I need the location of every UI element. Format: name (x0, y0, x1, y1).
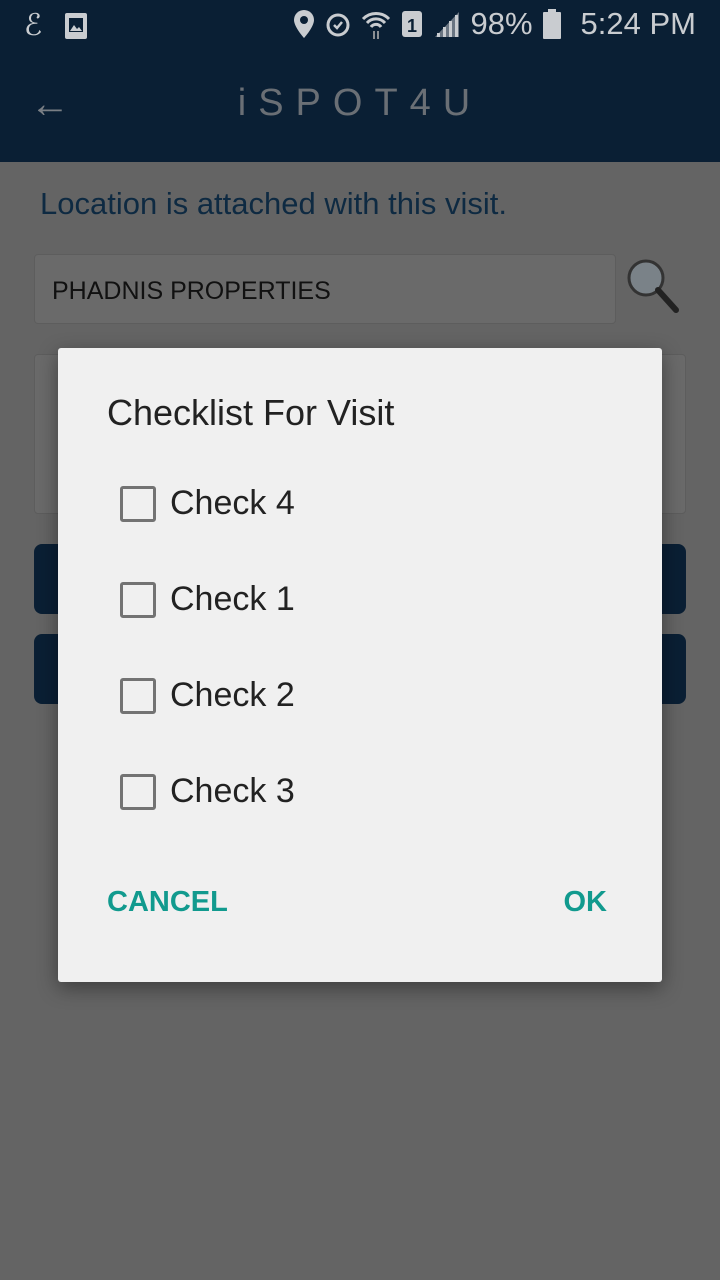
ok-button[interactable]: OK (564, 886, 608, 919)
dialog-title: Checklist For Visit (107, 392, 395, 433)
svg-text:1: 1 (406, 16, 416, 36)
checklist-item-label: Check 3 (170, 772, 295, 810)
checkbox[interactable] (120, 677, 156, 714)
checklist-item-label: Check 4 (170, 484, 295, 522)
checklist-item[interactable]: Check 4 (120, 484, 295, 523)
checkbox[interactable] (120, 773, 156, 810)
search-button[interactable] (624, 256, 680, 314)
app-notification-icon: ℰ (24, 9, 43, 42)
app-title: iSPOT4U (237, 82, 483, 124)
magnifier-icon (627, 259, 679, 313)
cancel-button[interactable]: CANCEL (107, 886, 228, 919)
checklist-dialog: Checklist For Visit Check 4 Check 1 Chec… (58, 348, 662, 982)
checkbox[interactable] (120, 581, 156, 618)
gallery-icon (65, 12, 88, 39)
checkbox[interactable] (120, 485, 156, 522)
checklist-item[interactable]: Check 2 (120, 676, 295, 715)
property-field[interactable]: PHADNIS PROPERTIES (34, 254, 616, 324)
checklist-item-label: Check 1 (170, 580, 295, 618)
status-bar: ℰ 1 98% 5:24 PM (0, 0, 720, 50)
app-bar: ← iSPOT4U (0, 50, 720, 162)
alarm-icon (326, 13, 349, 37)
location-status-text: Location is attached with this visit. (40, 186, 507, 221)
signal-icon (434, 12, 459, 37)
battery-icon (542, 9, 561, 39)
wifi-icon (361, 12, 390, 39)
battery-percent: 98% (470, 6, 533, 41)
checklist-item[interactable]: Check 3 (120, 772, 295, 811)
location-icon (293, 10, 314, 38)
checklist-item[interactable]: Check 1 (120, 580, 295, 619)
checklist-item-label: Check 2 (170, 676, 295, 714)
clock: 5:24 PM (580, 6, 696, 41)
sim-1-icon: 1 (401, 11, 422, 37)
